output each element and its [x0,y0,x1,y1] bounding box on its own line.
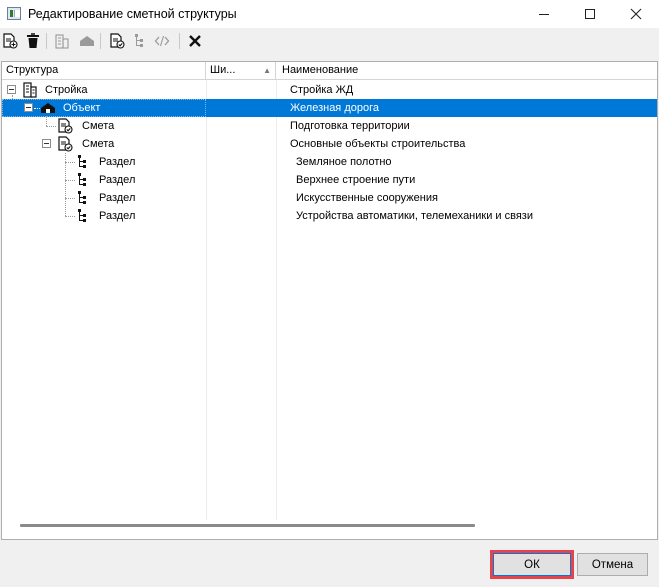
row-structure: Раздел [99,156,136,168]
ok-button[interactable]: ОК [490,550,574,579]
remove-button[interactable] [186,32,204,50]
add-object-button[interactable] [78,32,96,50]
row-structure: Стройка [45,84,88,96]
table-row[interactable]: Раздел Земляное полотно [2,153,657,171]
estimate-document-icon [57,136,73,152]
maximize-icon [585,9,595,19]
tree-line [65,162,75,163]
row-name: Устройства автоматики, телемеханики и св… [296,210,533,222]
toolbar-separator [179,33,180,49]
toolbar-separator [100,33,101,49]
add-estimate-button[interactable] [108,32,126,50]
tree-line [65,198,75,199]
row-name: Подготовка территории [290,120,410,132]
row-structure: Смета [82,138,115,150]
row-name: Железная дорога [290,102,379,114]
maximize-button[interactable] [567,0,613,28]
object-house-icon [80,36,94,46]
row-structure: Раздел [99,192,136,204]
tree-line [46,116,47,126]
add-section-button[interactable] [131,32,149,50]
horizontal-scrollbar[interactable] [20,524,475,527]
column-header-width[interactable]: Ши... ▲ [206,62,276,79]
toolbar-separator [46,33,47,49]
object-house-icon [40,100,56,116]
row-name: Искусственные сооружения [296,192,438,204]
minimize-button[interactable] [521,0,567,28]
section-tree-icon [75,154,91,170]
close-x-icon [189,35,201,47]
table-row[interactable]: Раздел Устройства автоматики, телемехани… [2,207,657,225]
row-structure: Смета [82,120,115,132]
table-row[interactable]: Раздел Верхнее строение пути [2,171,657,189]
estimate-document-icon [57,118,73,134]
close-button[interactable] [613,0,659,28]
title-bar: Редактирование сметной структуры [0,0,659,28]
table-header: Структура Ши... ▲ Наименование [2,62,657,80]
row-name: Стройка ЖД [290,84,354,96]
toolbar [0,30,659,52]
add-document-icon [3,33,18,49]
code-button[interactable] [153,32,171,50]
table-row[interactable]: Раздел Искусственные сооружения [2,189,657,207]
column-header-name[interactable]: Наименование [276,62,657,79]
cancel-button[interactable]: Отмена [577,553,648,576]
structure-tree-table[interactable]: Структура Ши... ▲ Наименование Стройка С… [1,61,658,540]
add-button[interactable] [1,32,19,50]
tree-line [65,180,75,181]
table-row[interactable]: Смета Основные объекты строительства [2,135,657,153]
row-structure: Раздел [99,174,136,186]
section-tree-icon [75,172,91,188]
tree-line [65,216,75,217]
building-icon [22,82,38,98]
collapse-toggle[interactable] [42,139,51,148]
code-tags-icon [154,35,170,47]
window-title: Редактирование сметной структуры [28,7,237,21]
tree-line [46,126,56,127]
section-tree-icon [135,34,143,47]
close-icon [630,8,642,20]
delete-trash-icon [27,33,39,48]
delete-button[interactable] [24,32,42,50]
table-row-selected[interactable]: Объект Железная дорога [2,95,657,117]
table-row[interactable]: Стройка Стройка ЖД [2,81,657,99]
row-name: Основные объекты строительства [290,138,466,150]
table-row[interactable]: Смета Подготовка территории [2,116,657,135]
row-structure: Раздел [99,210,136,222]
column-header-structure[interactable]: Структура [2,62,206,79]
estimate-document-icon [110,33,125,49]
column-header-width-label: Ши... [210,64,236,76]
row-name: Верхнее строение пути [296,174,416,186]
add-building-button[interactable] [53,32,71,50]
row-structure: Объект [63,102,101,114]
section-tree-icon [75,190,91,206]
app-icon [7,7,21,20]
collapse-toggle[interactable] [24,103,33,112]
minimize-icon [539,13,549,15]
tree-line [12,95,13,99]
row-name: Земляное полотно [296,156,392,168]
collapse-toggle[interactable] [7,85,16,94]
sort-ascending-icon: ▲ [263,66,271,75]
building-icon [55,34,69,49]
section-tree-icon [75,208,91,224]
